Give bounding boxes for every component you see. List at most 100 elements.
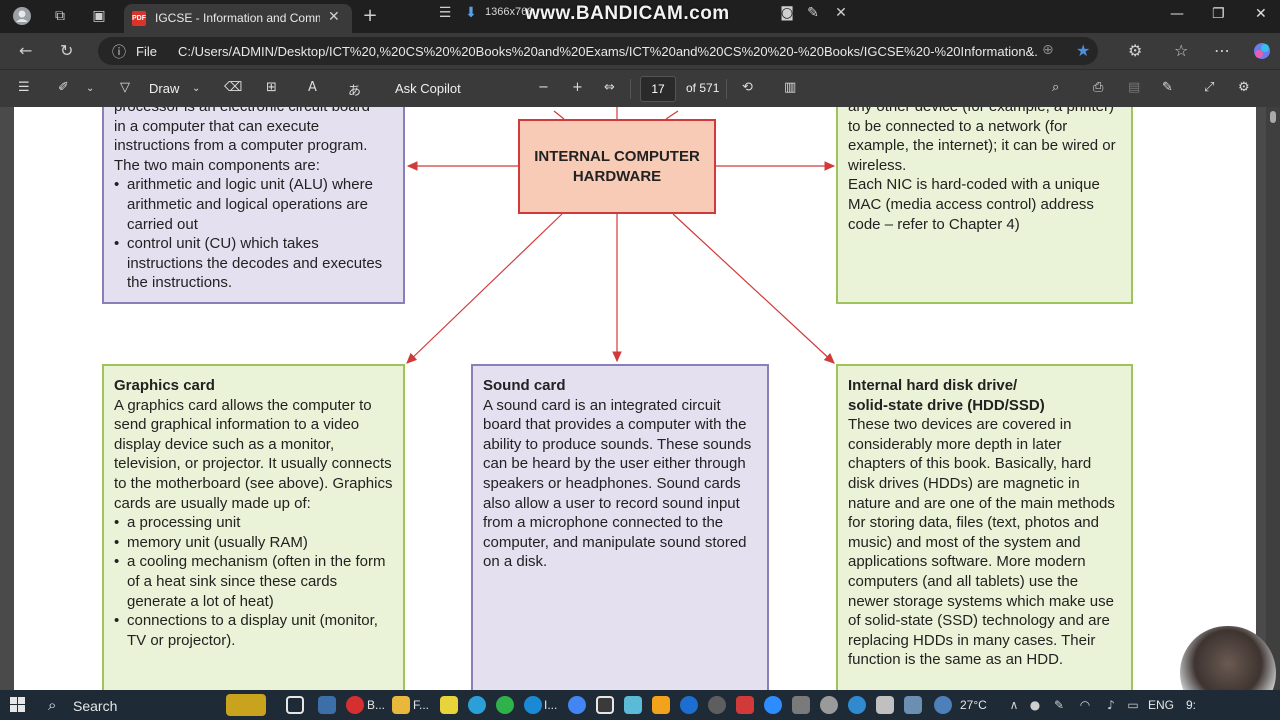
new-tab-icon[interactable]: + — [359, 6, 381, 26]
fullscreen-icon[interactable]: ⤢ — [1204, 80, 1214, 95]
tab-actions-icon[interactable]: ▣ — [88, 6, 110, 26]
settings-gear-icon[interactable]: ⚙ — [1238, 80, 1250, 95]
vertical-scrollbar[interactable] — [1266, 107, 1280, 690]
page-number-input[interactable]: 17 — [640, 76, 676, 102]
favorite-star-icon[interactable]: ★ — [1076, 41, 1090, 60]
weather-temperature[interactable]: 27°C — [960, 698, 987, 712]
app-icon[interactable] — [876, 696, 894, 714]
list-item: arithmetic and logic unit (ALU) where ar… — [114, 175, 393, 234]
draw-button[interactable]: Draw — [149, 81, 179, 96]
translate-icon[interactable]: あ — [348, 80, 361, 99]
graphics-card-title: Graphics card — [114, 377, 215, 394]
store-icon[interactable] — [318, 696, 336, 714]
taskbar-app-label[interactable]: I... — [544, 698, 557, 712]
app-icon[interactable] — [652, 696, 670, 714]
draw-icon[interactable]: ▽ — [120, 80, 130, 95]
app-icon[interactable] — [596, 696, 614, 714]
app-icon[interactable] — [680, 696, 698, 714]
menu-icon[interactable]: ☰ — [434, 3, 456, 23]
list-item: control unit (CU) which takes instructio… — [114, 234, 393, 293]
bandicam-app-icon[interactable] — [346, 696, 364, 714]
zoom-out-icon[interactable]: − — [538, 80, 549, 95]
hdd-ssd-title-line1: Internal hard disk drive/ — [848, 377, 1018, 394]
pencil-icon[interactable]: ✎ — [802, 3, 824, 23]
camera-icon[interactable]: ◙ — [776, 3, 798, 23]
workspaces-icon[interactable]: ⧉ — [49, 6, 71, 26]
favorites-icon[interactable]: ☆ — [1174, 41, 1188, 60]
refresh-icon[interactable]: ↻ — [60, 41, 73, 60]
contents-icon[interactable]: ☰ — [18, 80, 30, 95]
app-icon[interactable] — [904, 696, 922, 714]
close-tab-icon[interactable]: ✕ — [328, 9, 340, 25]
minimize-button[interactable]: — — [1170, 6, 1184, 22]
whatsapp-icon[interactable] — [496, 696, 514, 714]
zoom-in-icon[interactable]: + — [572, 80, 583, 95]
volume-icon[interactable]: ♪ — [1100, 695, 1122, 715]
taskbar-app-label[interactable]: F... — [413, 698, 429, 712]
highlight-icon[interactable]: ✐ — [58, 80, 69, 95]
text-box-icon[interactable]: ⊞ — [266, 80, 277, 95]
rotate-icon[interactable]: ⟲ — [742, 80, 753, 95]
list-item: a processing unit — [114, 513, 393, 533]
url-text[interactable]: C:/Users/ADMIN/Desktop/ICT%20,%20CS%20%2… — [178, 44, 1038, 59]
edge-icon[interactable] — [524, 696, 542, 714]
save-icon[interactable]: ▤ — [1128, 80, 1140, 95]
hdd-ssd-title-line2: solid-state drive (HDD/SSD) — [848, 396, 1045, 414]
read-aloud-icon[interactable]: A — [308, 80, 317, 95]
clock[interactable]: 9: — [1186, 698, 1196, 712]
app-icon[interactable] — [820, 696, 838, 714]
extensions-icon[interactable]: ⚙ — [1128, 41, 1142, 60]
file-explorer-icon[interactable] — [392, 696, 410, 714]
app-icon[interactable] — [624, 696, 642, 714]
ask-copilot-button[interactable]: Ask Copilot — [395, 81, 461, 96]
pdf-icon: PDF — [132, 11, 146, 26]
sound-card-title: Sound card — [483, 377, 566, 394]
wifi-icon[interactable]: ◠ — [1074, 695, 1096, 715]
notes-app-icon[interactable] — [440, 696, 458, 714]
app-icon[interactable] — [848, 696, 866, 714]
more-menu-icon[interactable]: ⋯ — [1214, 41, 1230, 60]
pin-icon[interactable]: ⬇ — [460, 3, 482, 23]
app-icon[interactable] — [792, 696, 810, 714]
zoom-icon[interactable]: ⊕ — [1042, 42, 1054, 58]
print-icon[interactable]: ⎙ — [1093, 80, 1103, 95]
app-icon[interactable] — [708, 696, 726, 714]
save-as-icon[interactable]: ✎ — [1162, 80, 1173, 95]
url-field[interactable]: ⓘ File C:/Users/ADMIN/Desktop/ICT%20,%20… — [98, 37, 1098, 65]
zoom-app-icon[interactable] — [764, 696, 782, 714]
search-icon[interactable]: ⌕ — [1052, 80, 1059, 95]
sound-card-box: Sound card A sound card is an integrated… — [471, 364, 769, 690]
maximize-button[interactable]: ❐ — [1212, 6, 1225, 22]
info-icon[interactable]: ⓘ — [112, 42, 126, 62]
page-view-icon[interactable]: ▥ — [784, 80, 796, 95]
taskbar-search[interactable]: ⌕ Search — [40, 692, 268, 718]
close-recorder-icon[interactable]: ✕ — [830, 3, 852, 23]
scroll-thumb[interactable] — [1270, 111, 1276, 123]
recorder-overlay: ☰ ⬇ 1366x768 www.BANDICAM.com ◙ ✎ ✕ — [430, 0, 860, 26]
center-title-line2: HARDWARE — [572, 167, 662, 185]
taskbar-app-label[interactable]: B... — [367, 698, 385, 712]
weather-icon[interactable] — [934, 696, 952, 714]
fit-page-icon[interactable]: ⇔ — [604, 80, 615, 95]
task-view-icon[interactable] — [286, 696, 304, 714]
back-arrow-icon[interactable]: ← — [19, 41, 32, 60]
windows-start-icon[interactable] — [10, 697, 26, 713]
telegram-icon[interactable] — [468, 696, 486, 714]
chevron-down-icon[interactable]: ⌄ — [192, 83, 200, 94]
chrome-icon[interactable] — [568, 696, 586, 714]
app-icon[interactable] — [736, 696, 754, 714]
microphone-icon[interactable]: ● — [1024, 695, 1046, 715]
pen-icon[interactable]: ✎ — [1048, 695, 1070, 715]
tab-pdf-document[interactable]: PDF IGCSE - Information and Commu ✕ — [124, 4, 352, 33]
document-viewport[interactable]: INTERNAL COMPUTER HARDWARE processor is … — [0, 107, 1280, 690]
chevron-up-icon[interactable]: ∧ — [1003, 695, 1025, 715]
list-item: memory unit (usually RAM) — [114, 533, 393, 553]
eraser-icon[interactable]: ⌫ — [224, 80, 242, 95]
chevron-down-icon[interactable]: ⌄ — [86, 83, 94, 94]
language-indicator[interactable]: ENG — [1148, 698, 1174, 712]
close-window-button[interactable]: ✕ — [1255, 6, 1267, 22]
profile-icon[interactable] — [11, 6, 33, 26]
battery-icon[interactable]: ▭ — [1122, 695, 1144, 715]
processor-bullets: arithmetic and logic unit (ALU) where ar… — [114, 175, 393, 293]
copilot-icon[interactable] — [1252, 41, 1272, 65]
